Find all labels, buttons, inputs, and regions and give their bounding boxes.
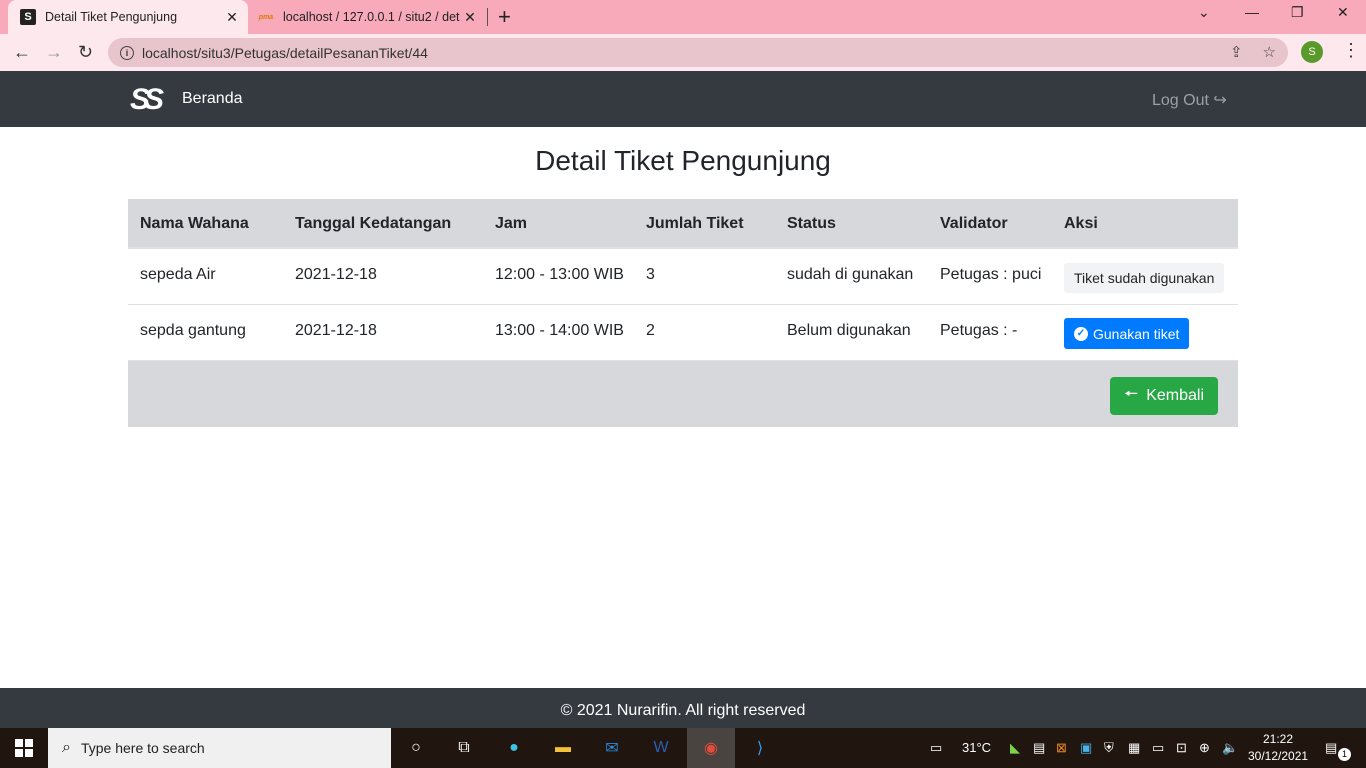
cell-tanggal: 2021-12-18	[295, 266, 377, 283]
reload-icon[interactable]: ↻	[78, 42, 93, 63]
clock-date: 30/12/2021	[1248, 749, 1309, 763]
close-window-icon[interactable]: ✕	[1337, 4, 1349, 21]
arrow-left-icon: 🠔	[1124, 385, 1139, 403]
vscode-icon[interactable]: ⟩	[748, 736, 772, 760]
tray-app-icon[interactable]: ▦	[1128, 740, 1140, 756]
ticket-used-button[interactable]: Tiket sudah digunakan	[1064, 263, 1225, 293]
site-info-icon[interactable]: i	[120, 45, 134, 60]
tab-detail-tiket[interactable]: S Detail Tiket Pengunjung ✕	[8, 0, 248, 34]
back-label: Kembali	[1146, 387, 1204, 404]
close-icon[interactable]: ✕	[460, 9, 480, 26]
word-icon[interactable]: W	[649, 736, 673, 760]
tab-phpmyadmin[interactable]: pma localhost / 127.0.0.1 / situ2 / deta…	[250, 0, 486, 34]
column-header: Nama Wahana	[140, 215, 249, 232]
app-navbar: SS Beranda Log Out ↪	[0, 71, 1366, 127]
profile-avatar[interactable]: S	[1301, 41, 1323, 63]
logout-label: Log Out	[1152, 92, 1209, 109]
cell-jam: 13:00 - 14:00 WIB	[495, 322, 624, 339]
browser-menu-icon[interactable]: ⋮	[1342, 40, 1360, 61]
cell-status: Belum digunakan	[787, 322, 911, 339]
cell-jumlah: 3	[646, 266, 655, 283]
network-globe-icon[interactable]: ⊕	[1199, 740, 1210, 756]
weather-icon[interactable]: ▭	[930, 740, 942, 756]
column-header: Tanggal Kedatangan	[295, 215, 452, 232]
column-header: Validator	[940, 215, 1008, 232]
cell-wahana: sepeda Air	[140, 266, 216, 283]
use-ticket-button[interactable]: ✓ Gunakan tiket	[1064, 318, 1190, 349]
table-header: Nama Wahana Tanggal Kedatangan Jam Jumla…	[128, 199, 1238, 249]
notification-icon[interactable]: ▤	[1325, 740, 1337, 756]
temperature-text: 31°C	[962, 740, 992, 755]
restore-icon[interactable]: ❐	[1291, 4, 1304, 21]
nav-link-beranda[interactable]: Beranda	[182, 90, 243, 108]
search-icon: ⌕	[62, 739, 71, 756]
page-title: Detail Tiket Pengunjung	[535, 145, 831, 176]
taskbar-search-box[interactable]: ⌕ Type here to search	[48, 728, 391, 768]
bookmark-star-icon[interactable]: ☆	[1263, 43, 1276, 61]
close-icon[interactable]: ✕	[222, 9, 242, 26]
volume-icon[interactable]: 🔈	[1222, 740, 1238, 756]
back-arrow-icon[interactable]: ←	[13, 42, 31, 63]
cell-status: sudah di gunakan	[787, 266, 914, 283]
column-header: Jumlah Tiket	[646, 215, 744, 232]
column-header: Jam	[495, 215, 528, 232]
table-footer: 🠔 Kembali	[128, 361, 1238, 427]
site-footer: © 2021 Nurarifin. All right reserved	[0, 688, 1366, 728]
display-icon[interactable]: ⊡	[1176, 740, 1187, 756]
column-header: Status	[787, 215, 836, 232]
cell-wahana: sepda gantung	[140, 322, 246, 339]
back-button[interactable]: 🠔 Kembali	[1110, 377, 1218, 415]
use-ticket-label: Gunakan tiket	[1093, 325, 1180, 342]
tray-app-icon[interactable]: ▤	[1033, 740, 1045, 756]
battery-icon[interactable]: ▭	[1152, 740, 1164, 756]
chrome-icon[interactable]: ◉	[699, 736, 723, 760]
new-tab-icon[interactable]: +	[498, 4, 511, 30]
brand-logo[interactable]: SS	[130, 83, 164, 116]
cell-validator: Petugas : puci	[940, 266, 1042, 283]
nvidia-icon[interactable]: ◣	[1010, 740, 1020, 756]
tab-divider	[487, 8, 488, 26]
cortana-icon[interactable]: ○	[404, 736, 428, 760]
ticket-table: Nama Wahana Tanggal Kedatangan Jam Jumla…	[128, 199, 1238, 427]
browser-toolbar: ← → ↻ i localhost/situ3/Petugas/detailPe…	[0, 34, 1366, 71]
phpmyadmin-icon: pma	[258, 13, 274, 21]
logout-link[interactable]: Log Out ↪	[1152, 90, 1227, 110]
tab-title: localhost / 127.0.0.1 / situ2 / deta	[283, 10, 460, 24]
notification-badge: 1	[1338, 748, 1351, 761]
windows-start-icon[interactable]	[15, 739, 33, 757]
search-placeholder: Type here to search	[80, 740, 205, 756]
table-row: sepda gantung 2021-12-18 13:00 - 14:00 W…	[128, 305, 1238, 361]
browser-tab-bar: S Detail Tiket Pengunjung ✕ pma localhos…	[0, 0, 1366, 34]
cell-validator: Petugas : -	[940, 322, 1018, 339]
address-bar[interactable]: i localhost/situ3/Petugas/detailPesananT…	[108, 38, 1288, 67]
cell-jam: 12:00 - 13:00 WIB	[495, 266, 624, 283]
share-icon[interactable]: ⇪	[1230, 43, 1243, 61]
tab-title: Detail Tiket Pengunjung	[45, 10, 178, 24]
site-favicon-icon: S	[20, 9, 36, 25]
sign-out-icon: ↪	[1213, 92, 1227, 109]
minimize-icon[interactable]: —	[1245, 4, 1259, 20]
security-shield-icon[interactable]: ⛨	[1104, 740, 1114, 756]
xampp-icon[interactable]: ⊠	[1056, 740, 1067, 756]
mail-icon[interactable]: ✉	[600, 736, 624, 760]
windows-taskbar: ⌕ Type here to search ○ ⧉ ● ▬ ✉ W ◉ ⟩ ▭ …	[0, 728, 1366, 768]
url-text: localhost/situ3/Petugas/detailPesananTik…	[142, 44, 428, 61]
tab-search-chevron-icon[interactable]: ⌄	[1198, 4, 1210, 21]
check-circle-icon: ✓	[1074, 326, 1088, 341]
column-header: Aksi	[1064, 215, 1098, 232]
edge-icon[interactable]: ●	[502, 736, 526, 760]
tray-app-icon[interactable]: ▣	[1080, 740, 1092, 756]
taskbar-clock[interactable]: 21:22 30/12/2021	[1248, 731, 1308, 765]
clock-time: 21:22	[1262, 732, 1294, 746]
cell-jumlah: 2	[646, 322, 655, 339]
forward-arrow-icon[interactable]: →	[45, 42, 63, 63]
table-row: sepeda Air 2021-12-18 12:00 - 13:00 WIB …	[128, 249, 1238, 305]
task-view-icon[interactable]: ⧉	[452, 736, 476, 760]
cell-tanggal: 2021-12-18	[295, 322, 377, 339]
file-explorer-icon[interactable]: ▬	[551, 736, 575, 760]
